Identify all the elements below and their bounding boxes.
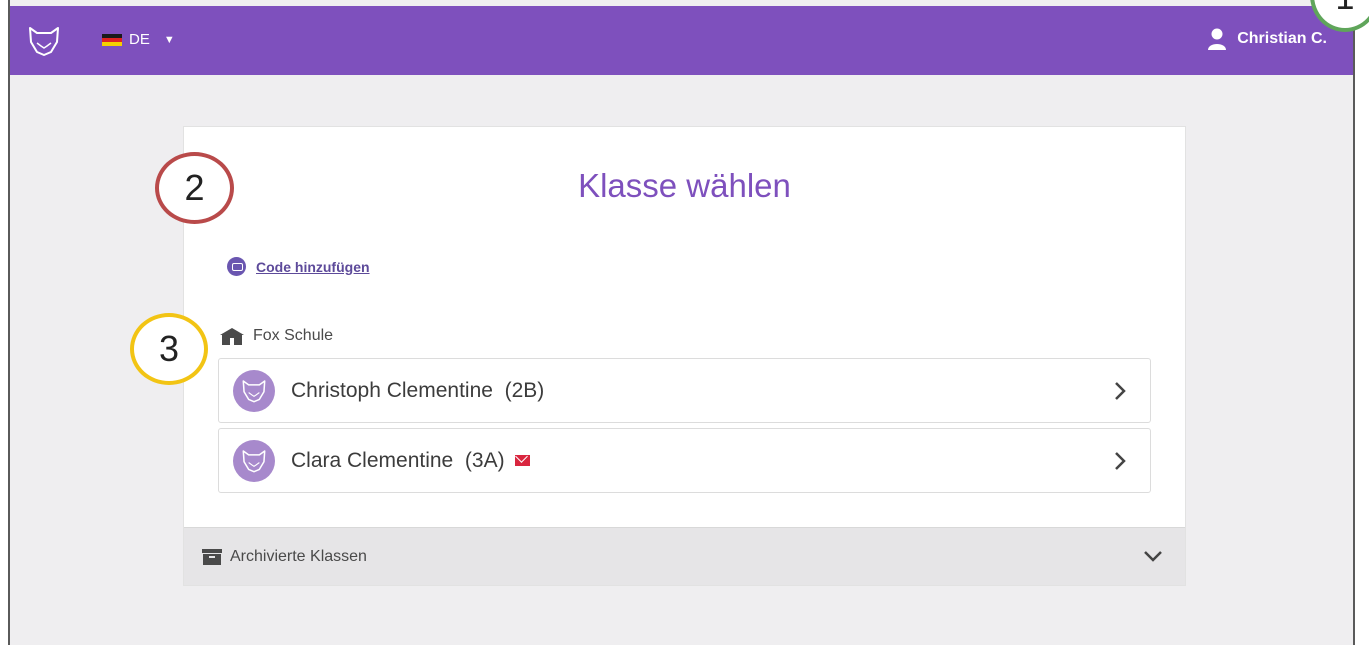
chevron-down-icon: [1144, 551, 1162, 562]
class-row-clara[interactable]: Clara Clementine (3A): [218, 428, 1151, 493]
school-name: Fox Schule: [253, 327, 334, 344]
app-window: DE ▼ Christian C. Klasse wählen Code hin…: [8, 0, 1355, 645]
class-name: Christoph Clementine (2B): [291, 378, 545, 402]
class-selection-card: Klasse wählen Code hinzufügen Fox Schule…: [183, 126, 1186, 586]
user-name: Christian C.: [1237, 30, 1327, 47]
fox-avatar-icon: [233, 369, 275, 412]
user-menu[interactable]: Christian C.: [1207, 28, 1327, 50]
archive-box-icon: [202, 548, 222, 565]
class-name: Clara Clementine (3A): [291, 448, 505, 472]
callout-marker-3: 3: [130, 313, 208, 385]
fox-avatar-icon: [233, 439, 275, 482]
language-selector[interactable]: DE ▼: [102, 31, 175, 48]
top-navigation-bar: DE ▼ Christian C.: [10, 6, 1353, 75]
archived-classes-label: Archivierte Klassen: [230, 547, 367, 565]
mail-icon: [514, 455, 530, 466]
code-icon: [227, 257, 246, 276]
fox-logo-icon[interactable]: [27, 24, 61, 58]
chevron-right-icon: [1115, 452, 1126, 470]
add-code-link[interactable]: Code hinzufügen: [227, 257, 370, 276]
german-flag-icon: [102, 33, 122, 46]
user-icon: [1208, 28, 1227, 50]
add-code-label: Code hinzufügen: [256, 258, 370, 275]
caret-down-icon: ▼: [163, 33, 175, 46]
language-code: DE: [129, 31, 150, 48]
class-row-christoph[interactable]: Christoph Clementine (2B): [218, 358, 1151, 423]
school-header: Fox Schule: [219, 327, 333, 345]
chevron-right-icon: [1115, 382, 1126, 400]
page-title: Klasse wählen: [578, 167, 791, 204]
school-building-icon: [220, 328, 244, 345]
archived-classes-toggle[interactable]: Archivierte Klassen: [184, 527, 1185, 585]
callout-marker-2: 2: [155, 152, 234, 224]
